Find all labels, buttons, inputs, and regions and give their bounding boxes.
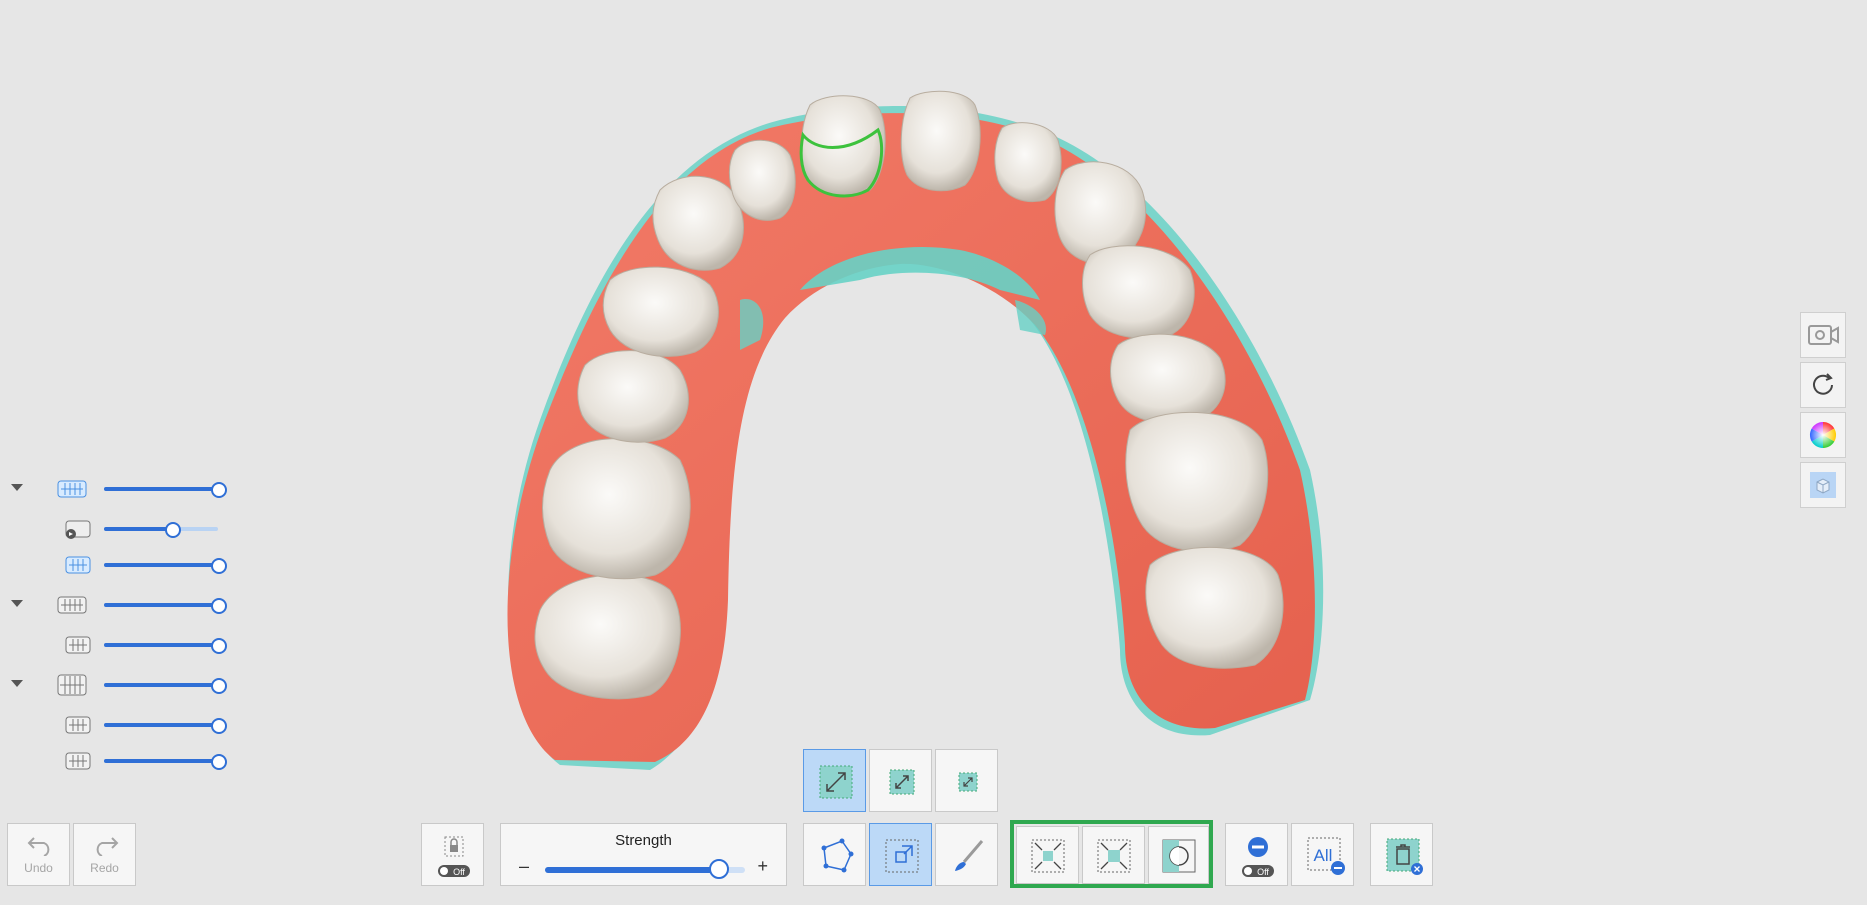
rect-expand-icon — [885, 839, 919, 873]
expand-small-icon — [958, 772, 978, 792]
upper-jaw-icon[interactable] — [56, 477, 88, 501]
exclude-all-button[interactable]: All — [1291, 823, 1354, 886]
polygon-icon — [821, 838, 854, 873]
toggle-off-icon: Off — [438, 865, 470, 877]
undo-button[interactable]: Undo — [7, 823, 70, 886]
strength-slider-handle[interactable] — [709, 859, 729, 879]
size-large-button[interactable] — [803, 749, 866, 812]
exclude-toggle-button[interactable]: Off — [1225, 823, 1288, 886]
all-label: All — [1314, 846, 1333, 865]
selection-tools-highlight — [1010, 820, 1213, 888]
opacity-slider[interactable] — [104, 718, 227, 734]
lock-icon — [444, 836, 464, 857]
lower-jaw-sub-icon[interactable] — [64, 633, 96, 657]
minus-circle-icon — [1248, 837, 1268, 857]
expand-large-icon — [819, 765, 853, 799]
3d-viewport[interactable] — [0, 0, 1867, 905]
rect-select-button[interactable] — [869, 823, 932, 886]
delete-selection-button[interactable] — [1370, 823, 1433, 886]
size-medium-button[interactable] — [869, 749, 932, 812]
opacity-slider[interactable] — [104, 598, 227, 614]
reset-view-button[interactable] — [1800, 362, 1846, 408]
record-video-button[interactable] — [1800, 312, 1846, 358]
layer-row-upper-sub — [0, 550, 240, 580]
opacity-slider[interactable] — [104, 558, 227, 574]
occlusion-icon[interactable] — [56, 673, 88, 697]
layer-row-lower-scan — [0, 630, 240, 660]
brush-select-button[interactable] — [935, 823, 998, 886]
lower-jaw-icon[interactable] — [56, 593, 88, 617]
redo-button[interactable]: Redo — [73, 823, 136, 886]
layer-row-occlusion-a — [0, 710, 240, 740]
layer-row-lower-group — [0, 590, 240, 620]
expand-medium-icon — [889, 769, 915, 795]
scan-layer-icon[interactable] — [64, 517, 96, 541]
strength-increase-button[interactable]: + — [757, 856, 768, 877]
all-minus-icon: All — [1307, 837, 1345, 875]
strength-control: Strength – + — [500, 823, 787, 886]
undo-label: Undo — [24, 861, 53, 875]
undo-icon — [27, 837, 50, 856]
occlusion-sub-icon[interactable] — [64, 749, 96, 773]
redo-icon — [96, 837, 119, 856]
redo-label: Redo — [90, 861, 119, 875]
upper-jaw-sub-icon[interactable] — [64, 553, 96, 577]
color-mode-button[interactable] — [1800, 412, 1846, 458]
strength-decrease-button[interactable]: – — [519, 856, 529, 877]
occlusion-sub-icon[interactable] — [64, 713, 96, 737]
layer-row-upper-group — [0, 474, 240, 504]
size-small-button[interactable] — [935, 749, 998, 812]
polygon-select-button[interactable] — [803, 823, 866, 886]
strength-slider-fill — [545, 867, 719, 873]
opacity-slider[interactable] — [104, 678, 227, 694]
cube-view-icon — [1810, 472, 1836, 498]
layer-row-upper-scan — [0, 514, 240, 544]
strength-label: Strength — [615, 832, 672, 849]
video-camera-icon — [1808, 325, 1839, 345]
solid-view-button[interactable] — [1800, 462, 1846, 508]
layer-row-occlusion-group — [0, 670, 240, 700]
opacity-slider[interactable] — [104, 482, 227, 498]
trash-icon — [1386, 838, 1423, 875]
layer-row-occlusion-b — [0, 746, 240, 776]
collapse-caret-icon[interactable] — [11, 484, 23, 491]
collapse-caret-icon[interactable] — [11, 600, 23, 607]
filter-state-text: Off — [1257, 867, 1269, 877]
opacity-slider[interactable] — [104, 638, 227, 654]
opacity-slider[interactable] — [104, 522, 218, 538]
color-wheel-icon — [1809, 421, 1837, 449]
rotate-reset-icon — [1813, 373, 1833, 395]
lock-toggle-button[interactable]: Off — [421, 823, 484, 886]
toggle-off-icon: Off — [1242, 865, 1274, 877]
lock-state-text: Off — [453, 867, 465, 877]
collapse-caret-icon[interactable] — [11, 680, 23, 687]
paint-brush-icon — [955, 840, 984, 871]
opacity-slider[interactable] — [104, 754, 227, 770]
